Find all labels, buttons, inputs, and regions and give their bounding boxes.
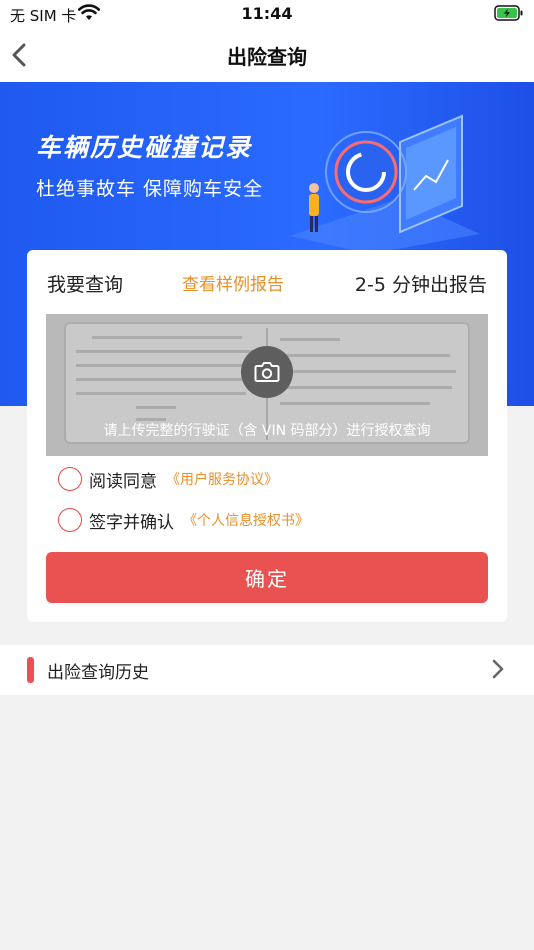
query-label: 我要查询 (47, 274, 124, 296)
sample-report-link[interactable]: 查看样例报告 (182, 270, 284, 295)
agreement-row-service: 阅读同意 《用户服务协议》 (58, 466, 278, 492)
doc-line (76, 350, 256, 353)
camera-button[interactable] (241, 346, 293, 398)
query-history-row[interactable]: 出险查询历史 (0, 645, 534, 695)
agreement-label: 阅读同意 (89, 471, 157, 492)
nav-bar: 出险查询 (0, 28, 534, 82)
banner-subtitle: 杜绝事故车 保障购车安全 (36, 178, 264, 200)
doc-line (76, 392, 246, 395)
illustration-image (290, 114, 480, 254)
status-bar: 无 SIM 卡 11:44 (0, 0, 534, 28)
clock: 11:44 (241, 4, 293, 23)
upload-hint: 请上传完整的行驶证（含 VIN 码部分）进行授权查询 (103, 423, 431, 439)
doc-line (280, 354, 450, 357)
doc-line (76, 378, 254, 381)
doc-line (280, 402, 430, 405)
service-agreement-radio[interactable] (58, 467, 82, 491)
doc-line (280, 386, 452, 389)
confirm-button[interactable]: 确定 (46, 552, 488, 603)
report-time-label: 2-5 分钟出报告 (354, 274, 487, 296)
accent-bar (27, 657, 34, 683)
query-card: 我要查询 查看样例报告 2-5 分钟出报告 请上传完整的行驶证（含 VIN 码部… (27, 250, 507, 622)
chevron-right-icon (492, 659, 504, 679)
battery-charging-icon (494, 5, 524, 25)
license-upload-area[interactable]: 请上传完整的行驶证（含 VIN 码部分）进行授权查询 (46, 314, 488, 456)
doc-line (280, 338, 340, 341)
history-label: 出险查询历史 (47, 663, 149, 683)
agreement-label: 签字并确认 (89, 512, 174, 533)
camera-icon (254, 362, 280, 382)
page-title: 出险查询 (227, 45, 307, 69)
service-agreement-link[interactable]: 《用户服务协议》 (166, 469, 278, 489)
doc-line (136, 406, 176, 409)
authorization-letter-link[interactable]: 《个人信息授权书》 (183, 510, 309, 530)
agreement-row-authorization: 签字并确认 《个人信息授权书》 (58, 507, 309, 533)
doc-line (92, 336, 242, 339)
doc-line (280, 370, 456, 373)
doc-line (76, 364, 251, 367)
banner-title: 车辆历史碰撞记录 (36, 133, 253, 162)
authorization-radio[interactable] (58, 508, 82, 532)
